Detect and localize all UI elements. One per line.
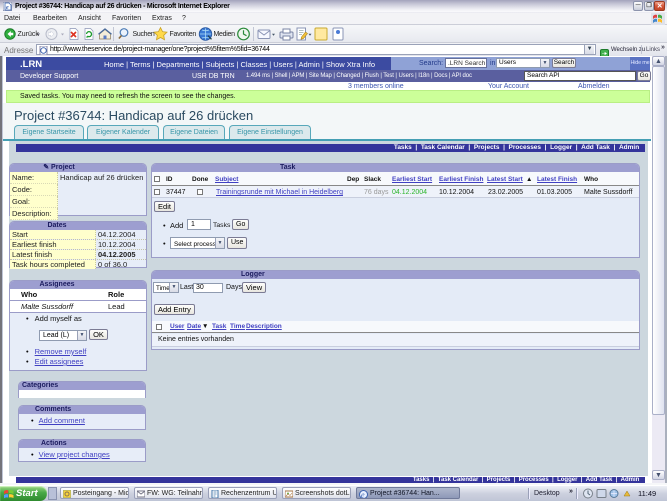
svg-text:e: e bbox=[361, 491, 365, 500]
